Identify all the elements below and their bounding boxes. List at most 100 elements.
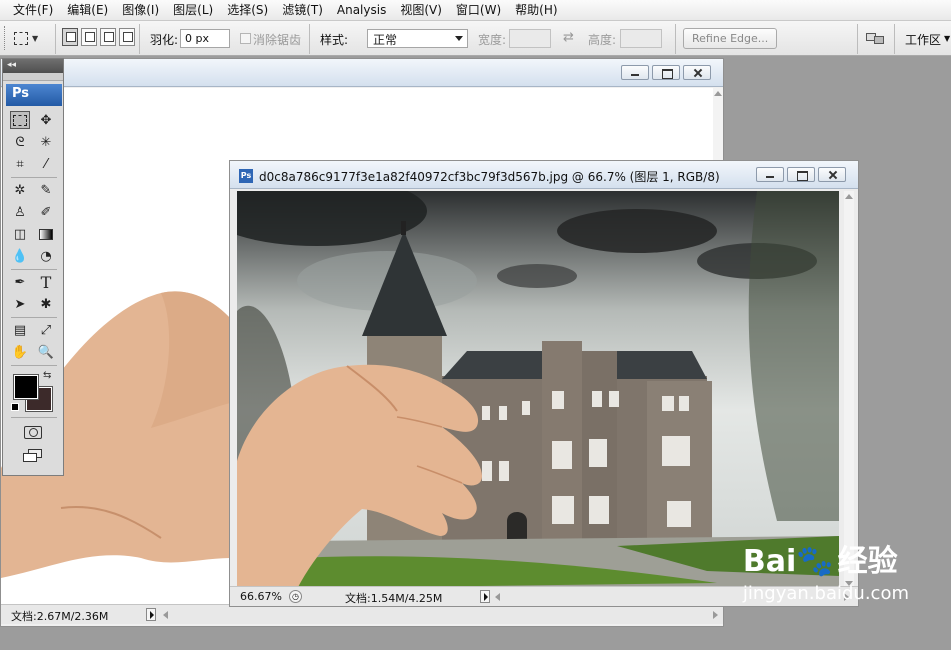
swap-dimensions-icon[interactable]: ⇄ — [563, 30, 574, 45]
feather-input[interactable]: 0 px — [180, 29, 230, 48]
scroll-left-icon[interactable] — [163, 611, 168, 619]
foreground-color-swatch[interactable] — [13, 374, 39, 400]
crop-tool[interactable]: ⌗ — [10, 155, 30, 173]
chevron-down-icon[interactable]: ▼ — [944, 34, 950, 43]
subtract-selection-button[interactable] — [100, 28, 116, 46]
swap-colors-icon[interactable]: ⇆ — [43, 370, 51, 381]
chevron-down-icon: ▼ — [32, 33, 39, 43]
width-input[interactable] — [509, 29, 551, 48]
drop-icon: 💧 — [11, 248, 29, 264]
menu-analysis[interactable]: Analysis — [330, 0, 393, 21]
healing-brush-tool[interactable]: ✲ — [10, 181, 30, 199]
add-selection-button[interactable] — [81, 28, 97, 46]
clone-stamp-tool[interactable]: ♙ — [10, 203, 30, 221]
quick-mask-button[interactable] — [23, 423, 43, 441]
rect-marquee-tool[interactable] — [10, 111, 30, 129]
options-grip[interactable] — [4, 26, 7, 50]
divider — [11, 417, 57, 418]
slice-icon: ⁄ — [44, 156, 48, 172]
menu-layer[interactable]: 图层(L) — [166, 0, 220, 21]
zoom-level[interactable]: 66.67% — [240, 590, 282, 603]
path-selection-tool[interactable]: ➤ — [10, 295, 30, 313]
tool-preset-picker[interactable]: ▼ — [14, 28, 44, 48]
slice-tool[interactable]: ⁄ — [36, 155, 56, 173]
watermark-brand: Bai — [742, 544, 797, 579]
antialias-checkbox[interactable] — [240, 33, 251, 44]
close-button[interactable] — [818, 167, 846, 182]
scroll-left-icon[interactable] — [495, 593, 500, 601]
menu-edit[interactable]: 编辑(E) — [60, 0, 115, 21]
divider — [55, 24, 56, 54]
eyedropper-tool[interactable]: ⤢ — [36, 321, 56, 339]
menu-window[interactable]: 窗口(W) — [449, 0, 508, 21]
menu-file[interactable]: 文件(F) — [6, 0, 60, 21]
menu-view[interactable]: 视图(V) — [393, 0, 449, 21]
eyedropper-icon: ⤢ — [40, 322, 52, 338]
divider — [11, 317, 57, 318]
menu-image[interactable]: 图像(I) — [115, 0, 166, 21]
note-icon: ▤ — [13, 322, 27, 338]
style-label: 样式: — [320, 33, 349, 47]
brush-icon: ✎ — [40, 182, 52, 198]
maximize-button[interactable] — [787, 167, 815, 182]
watermark-brand-suffix: 经验 — [837, 544, 898, 579]
style-dropdown[interactable]: 正常 — [367, 29, 468, 48]
magic-wand-tool[interactable]: ✳ — [36, 133, 56, 151]
hand-tool[interactable]: ✋ — [10, 343, 30, 361]
collapse-panel-icon[interactable]: ◂◂ — [7, 60, 16, 70]
eraser-tool[interactable]: ◫ — [10, 225, 30, 243]
vertical-scrollbar[interactable] — [844, 191, 854, 589]
width-label: 宽度: — [478, 33, 507, 47]
custom-shape-tool[interactable]: ✱ — [36, 295, 56, 313]
ps-logo[interactable]: Ps — [6, 84, 62, 106]
move-tool[interactable]: ✥ — [36, 111, 56, 129]
scroll-up-icon[interactable] — [714, 91, 722, 96]
zoom-tool[interactable]: 🔍 — [36, 343, 56, 361]
quick-mask-icon — [24, 425, 42, 439]
bridge-icon[interactable] — [864, 30, 886, 46]
document-window-front: Ps d0c8a786c9177f3e1a82f40972cf3bc79f3d5… — [229, 160, 859, 607]
intersect-selection-button[interactable] — [119, 28, 135, 46]
scroll-right-icon[interactable] — [713, 611, 718, 619]
document-titlebar[interactable]: Ps d0c8a786c9177f3e1a82f40972cf3bc79f3d5… — [230, 161, 858, 189]
divider — [11, 365, 57, 366]
status-menu-button[interactable] — [480, 590, 490, 603]
maximize-button[interactable] — [652, 65, 680, 80]
photo-canvas[interactable] — [237, 191, 839, 589]
screen-mode-button[interactable] — [23, 447, 43, 465]
pen-tool[interactable]: ✒ — [10, 273, 30, 291]
notes-tool[interactable]: ▤ — [10, 321, 30, 339]
type-tool[interactable]: T — [36, 273, 56, 292]
document-size-text: 文档:1.54M/4.25M — [345, 592, 443, 605]
menu-select[interactable]: 选择(S) — [220, 0, 275, 21]
menu-help[interactable]: 帮助(H) — [508, 0, 564, 21]
divider — [857, 24, 858, 54]
new-selection-button[interactable] — [62, 28, 78, 46]
workspace-button[interactable]: 工作区 — [905, 31, 941, 48]
document-status-bar: 文档:2.67M/2.36M — [1, 604, 723, 624]
status-menu-button[interactable] — [146, 608, 156, 621]
move-icon: ✥ — [40, 112, 52, 128]
tools-grip[interactable] — [3, 73, 63, 81]
rect-marquee-icon — [13, 114, 27, 126]
default-colors-icon[interactable] — [11, 403, 20, 412]
history-brush-tool[interactable]: ✐ — [36, 203, 56, 221]
close-button[interactable] — [683, 65, 711, 80]
blur-tool[interactable]: 💧 — [10, 247, 30, 265]
scroll-up-icon[interactable] — [845, 194, 853, 199]
document-titlebar[interactable] — [1, 59, 723, 87]
minimize-button[interactable] — [621, 65, 649, 80]
brush-tool[interactable]: ✎ — [36, 181, 56, 199]
menu-filter[interactable]: 滤镜(T) — [275, 0, 330, 21]
minimize-button[interactable] — [756, 167, 784, 182]
castle-photo — [237, 191, 839, 589]
lasso-tool[interactable]: ᘓ — [10, 133, 30, 151]
magnifier-icon: 🔍 — [37, 344, 55, 360]
gradient-tool[interactable] — [36, 225, 56, 243]
window-controls — [756, 167, 846, 182]
height-input[interactable] — [620, 29, 662, 48]
clock-icon[interactable]: ◷ — [289, 590, 302, 603]
refine-edge-button[interactable]: Refine Edge... — [683, 28, 778, 49]
tools-panel-header[interactable]: ◂◂ — [3, 59, 63, 73]
dodge-tool[interactable]: ◔ — [36, 247, 56, 265]
